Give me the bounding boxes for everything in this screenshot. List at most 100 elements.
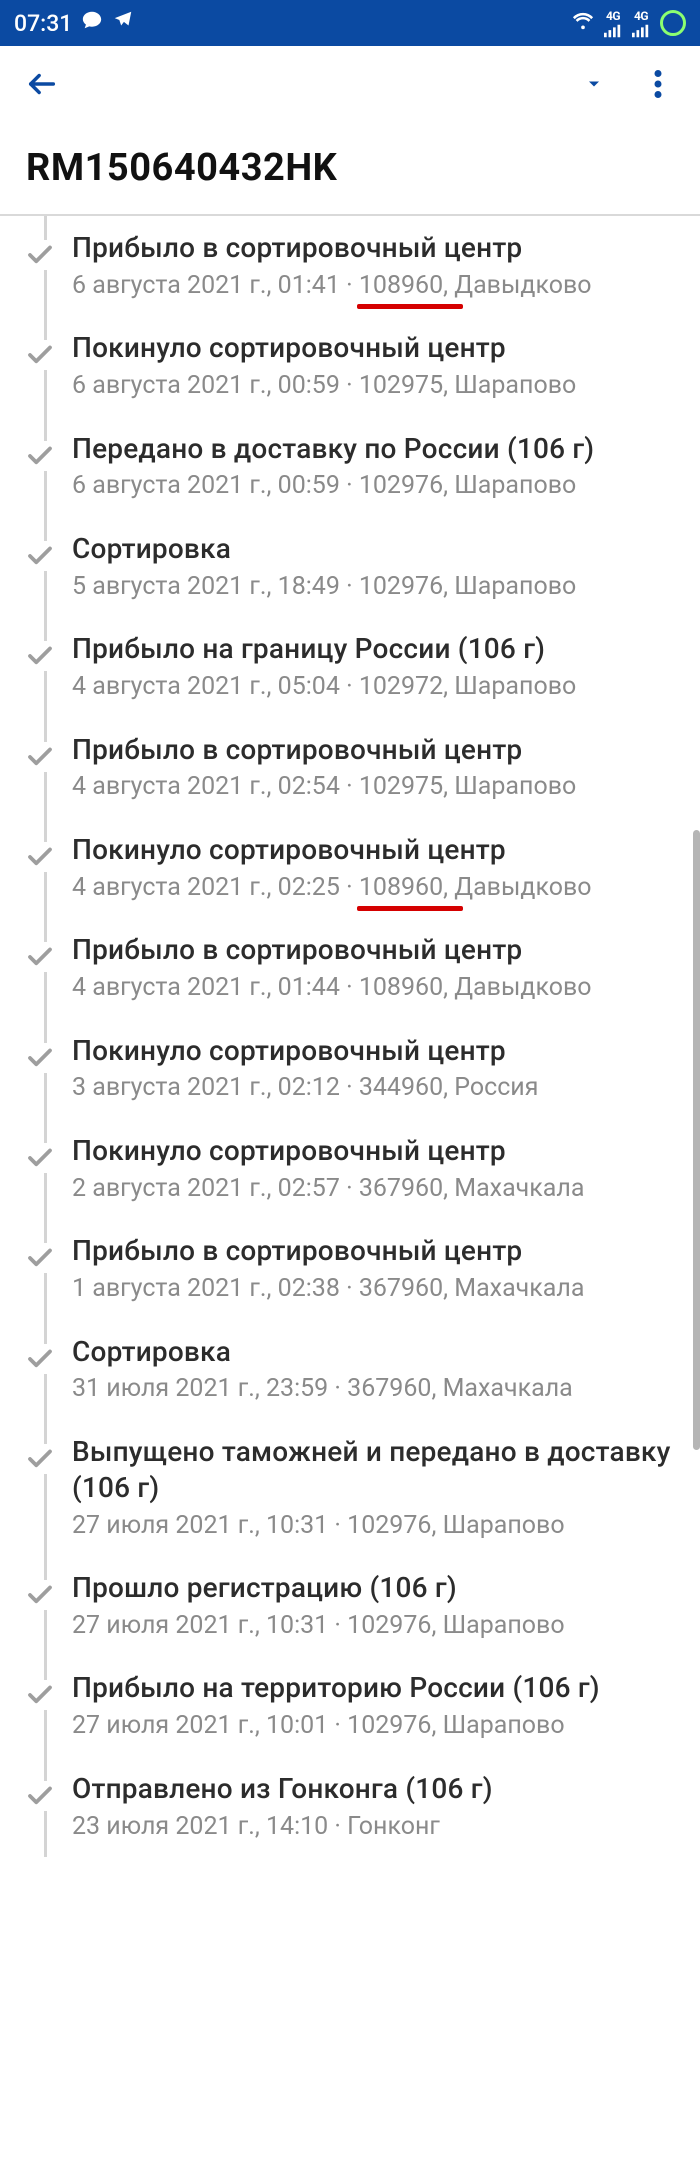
tracking-event[interactable]: Прибыло на территорию России (106 г) 27 и… (72, 1656, 700, 1756)
check-icon (25, 742, 55, 772)
tracking-event[interactable]: Покинуло сортировочный центр 3 августа 20… (72, 1019, 700, 1119)
signal-2: 4G (632, 9, 650, 38)
wifi-icon (572, 9, 594, 37)
arrow-left-icon (25, 67, 59, 101)
event-title: Прибыло в сортировочный центр (72, 732, 678, 768)
event-meta-before: 4 августа 2021 г., 01:44 · 108960, Давыд… (72, 973, 592, 1002)
tracking-event[interactable]: Покинуло сортировочный центр 6 августа 20… (72, 316, 700, 416)
event-meta-before: 4 августа 2021 г., 02:25 · (72, 873, 359, 902)
tracking-event[interactable]: Прибыло в сортировочный центр 4 августа 2… (72, 718, 700, 818)
status-bar: 07:31 4G 4G (0, 0, 700, 46)
tracking-event[interactable]: Сортировка 31 июля 2021 г., 23:59 · 36796… (72, 1320, 700, 1420)
event-meta: 3 августа 2021 г., 02:12 · 344960, Росси… (72, 1072, 678, 1105)
check-icon (25, 1243, 55, 1273)
event-title: Покинуло сортировочный центр (72, 832, 678, 868)
chat-icon (81, 9, 103, 37)
tracking-event[interactable]: Покинуло сортировочный центр 2 августа 20… (72, 1119, 700, 1219)
event-meta: 1 августа 2021 г., 02:38 · 367960, Махач… (72, 1273, 678, 1306)
check-icon (25, 1344, 55, 1374)
event-meta: 4 августа 2021 г., 05:04 · 102972, Шарап… (72, 671, 678, 704)
event-meta-before: 31 июля 2021 г., 23:59 · 367960, Махачка… (72, 1374, 573, 1403)
tracking-event[interactable]: Сортировка 5 августа 2021 г., 18:49 · 102… (72, 517, 700, 617)
check-icon (25, 1143, 55, 1173)
more-vert-icon (654, 70, 662, 98)
check-icon (25, 1680, 55, 1710)
tracking-event[interactable]: Прибыло на границу России (106 г) 4 авгус… (72, 617, 700, 717)
tracking-event[interactable]: Прибыло в сортировочный центр 1 августа 2… (72, 1219, 700, 1319)
event-meta: 6 августа 2021 г., 01:41 · 108960, Давыд… (72, 270, 678, 303)
event-meta: 4 августа 2021 г., 02:25 · 108960, Давыд… (72, 872, 678, 905)
check-icon (25, 1781, 55, 1811)
event-title: Покинуло сортировочный центр (72, 1133, 678, 1169)
event-meta-highlight: 108960 (359, 872, 443, 905)
event-meta-before: 4 августа 2021 г., 02:54 · 102975, Шарап… (72, 772, 576, 801)
event-meta-after: , Давыдково (443, 271, 591, 300)
event-title: Прибыло в сортировочный центр (72, 1233, 678, 1269)
event-meta-before: 27 июля 2021 г., 10:31 · 102976, Шарапов… (72, 1611, 565, 1640)
event-meta: 23 июля 2021 г., 14:10 · Гонконг (72, 1811, 678, 1844)
event-meta-before: 4 августа 2021 г., 05:04 · 102972, Шарап… (72, 672, 576, 701)
check-icon (25, 1580, 55, 1610)
tracking-event[interactable]: Прошло регистрацию (106 г) 27 июля 2021 г… (72, 1556, 700, 1656)
event-meta-before: 3 августа 2021 г., 02:12 · 344960, Росси… (72, 1073, 538, 1102)
caret-down-icon (584, 74, 604, 94)
event-meta: 6 августа 2021 г., 00:59 · 102976, Шарап… (72, 470, 678, 503)
telegram-icon (112, 9, 134, 37)
event-meta: 27 июля 2021 г., 10:31 · 102976, Шарапов… (72, 1510, 678, 1543)
check-icon (25, 1444, 55, 1474)
event-title: Прибыло на границу России (106 г) (72, 631, 678, 667)
tracking-number-title: RM150640432HK (0, 122, 700, 214)
event-title: Передано в доставку по России (106 г) (72, 431, 678, 467)
check-icon (25, 842, 55, 872)
event-meta: 6 августа 2021 г., 00:59 · 102975, Шарап… (72, 370, 678, 403)
event-title: Прошло регистрацию (106 г) (72, 1570, 678, 1606)
event-title: Сортировка (72, 1334, 678, 1370)
check-icon (25, 441, 55, 471)
overflow-menu-button[interactable] (636, 62, 680, 106)
status-time: 07:31 (14, 10, 72, 37)
event-meta: 27 июля 2021 г., 10:31 · 102976, Шарапов… (72, 1610, 678, 1643)
tracking-event[interactable]: Прибыло в сортировочный центр 6 августа 2… (72, 216, 700, 316)
check-icon (25, 942, 55, 972)
event-meta: 2 августа 2021 г., 02:57 · 367960, Махач… (72, 1173, 678, 1206)
event-meta: 4 августа 2021 г., 01:44 · 108960, Давыд… (72, 972, 678, 1005)
event-meta-before: 1 августа 2021 г., 02:38 · 367960, Махач… (72, 1274, 584, 1303)
event-title: Прибыло на территорию России (106 г) (72, 1670, 678, 1706)
signal-1: 4G (604, 9, 622, 38)
event-meta-highlight: 108960 (359, 270, 443, 303)
tracking-timeline[interactable]: Прибыло в сортировочный центр 6 августа 2… (0, 216, 700, 1857)
event-title: Покинуло сортировочный центр (72, 330, 678, 366)
battery-circle-icon (660, 10, 686, 36)
tracking-event[interactable]: Покинуло сортировочный центр 4 августа 20… (72, 818, 700, 918)
event-meta-before: 2 августа 2021 г., 02:57 · 367960, Махач… (72, 1174, 584, 1203)
check-icon (25, 240, 55, 270)
event-meta: 27 июля 2021 г., 10:01 · 102976, Шарапов… (72, 1710, 678, 1743)
check-icon (25, 541, 55, 571)
check-icon (25, 340, 55, 370)
app-bar (0, 46, 700, 122)
tracking-event[interactable]: Отправлено из Гонконга (106 г) 23 июля 20… (72, 1757, 700, 1857)
event-meta: 4 августа 2021 г., 02:54 · 102975, Шарап… (72, 771, 678, 804)
event-meta-before: 6 августа 2021 г., 01:41 · (72, 271, 359, 300)
event-meta: 5 августа 2021 г., 18:49 · 102976, Шарап… (72, 571, 678, 604)
check-icon (25, 1043, 55, 1073)
tracking-event[interactable]: Передано в доставку по России (106 г)6 а… (72, 417, 700, 517)
event-meta-after: , Давыдково (443, 873, 591, 902)
event-meta-before: 23 июля 2021 г., 14:10 · Гонконг (72, 1812, 440, 1841)
event-title: Отправлено из Гонконга (106 г) (72, 1771, 678, 1807)
tracking-event[interactable]: Прибыло в сортировочный центр 4 августа 2… (72, 918, 700, 1018)
tracking-event[interactable]: Выпущено таможней и передано в доставку … (72, 1420, 700, 1556)
event-meta-before: 27 июля 2021 г., 10:31 · 102976, Шарапов… (72, 1511, 565, 1540)
event-title: Выпущено таможней и передано в доставку … (72, 1434, 678, 1506)
scroll-indicator (693, 830, 700, 1450)
event-title: Прибыло в сортировочный центр (72, 230, 678, 266)
event-title: Покинуло сортировочный центр (72, 1033, 678, 1069)
back-button[interactable] (20, 62, 64, 106)
event-meta-before: 5 августа 2021 г., 18:49 · 102976, Шарап… (72, 572, 576, 601)
event-title: Сортировка (72, 531, 678, 567)
event-meta-before: 27 июля 2021 г., 10:01 · 102976, Шарапов… (72, 1711, 565, 1740)
check-icon (25, 641, 55, 671)
event-title: Прибыло в сортировочный центр (72, 932, 678, 968)
event-meta-before: 6 августа 2021 г., 00:59 · 102975, Шарап… (72, 371, 576, 400)
dropdown-button[interactable] (572, 62, 616, 106)
